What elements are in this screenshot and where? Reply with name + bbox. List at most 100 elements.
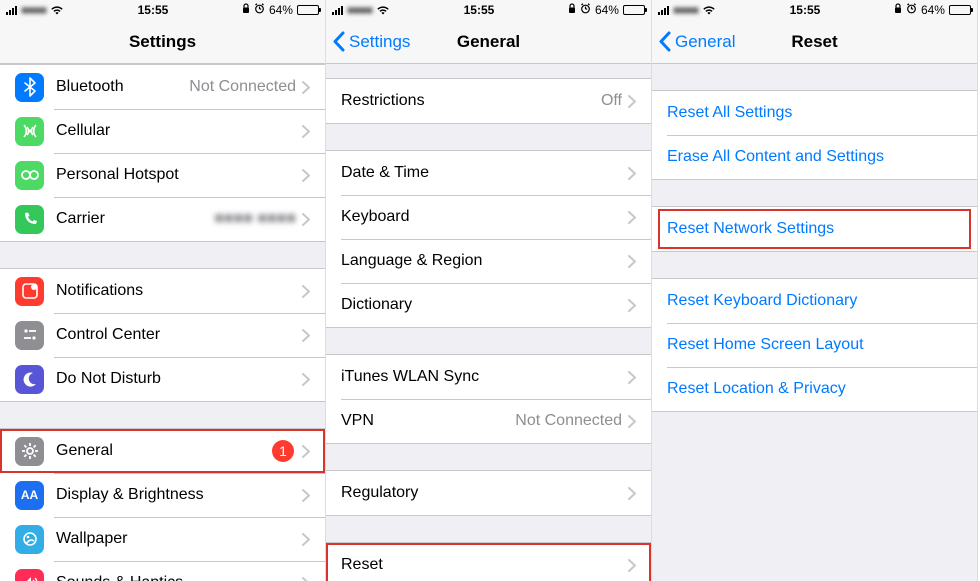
row-label: Reset Home Screen Layout [667, 336, 962, 354]
chevron-right-icon [302, 125, 310, 138]
battery-pct: 64% [595, 3, 619, 17]
row-itunes-wlan[interactable]: iTunes WLAN Sync [326, 355, 651, 399]
reset-list[interactable]: Reset All Settings Erase All Content and… [652, 64, 977, 581]
chevron-right-icon [302, 285, 310, 298]
wifi-icon [376, 3, 390, 18]
row-display[interactable]: AA Display & Brightness [0, 473, 325, 517]
row-restrictions[interactable]: Restrictions Off [326, 79, 651, 123]
lock-icon [242, 3, 250, 17]
back-button[interactable]: Settings [332, 31, 410, 52]
row-vpn[interactable]: VPN Not Connected [326, 399, 651, 443]
row-label: General [56, 442, 272, 460]
row-label: Reset [341, 556, 628, 574]
alarm-icon [906, 3, 917, 17]
row-label: iTunes WLAN Sync [341, 368, 628, 386]
bluetooth-icon [15, 73, 44, 102]
general-list[interactable]: Restrictions Off Date & Time Keyboard La… [326, 64, 651, 581]
badge: 1 [272, 440, 294, 462]
row-label: Notifications [56, 282, 302, 300]
row-reset-home[interactable]: Reset Home Screen Layout [652, 323, 977, 367]
row-label: Personal Hotspot [56, 166, 302, 184]
settings-list[interactable]: Bluetooth Not Connected Cellular Persona… [0, 64, 325, 581]
wifi-icon [702, 3, 716, 18]
control-center-icon [15, 321, 44, 350]
row-value: Not Connected [189, 78, 296, 96]
battery-icon [949, 5, 971, 15]
row-hotspot[interactable]: Personal Hotspot [0, 153, 325, 197]
row-value: ■■■■ ■■■■ [214, 210, 296, 228]
row-label: Wallpaper [56, 530, 302, 548]
row-carrier[interactable]: Carrier ■■■■ ■■■■ [0, 197, 325, 241]
row-label: Restrictions [341, 92, 601, 110]
status-bar: ■■■■ 15:55 64% [0, 0, 325, 20]
row-control-center[interactable]: Control Center [0, 313, 325, 357]
row-cellular[interactable]: Cellular [0, 109, 325, 153]
chevron-right-icon [628, 487, 636, 500]
notifications-icon [15, 277, 44, 306]
row-reset-all[interactable]: Reset All Settings [652, 91, 977, 135]
phone-icon [15, 205, 44, 234]
page-title: Settings [129, 32, 196, 52]
row-label: Reset Network Settings [667, 220, 962, 238]
battery-icon [297, 5, 319, 15]
chevron-right-icon [628, 95, 636, 108]
row-sounds[interactable]: Sounds & Haptics [0, 561, 325, 581]
screen-general: ■■■■ 15:55 64% Settings General Restrict… [326, 0, 652, 581]
row-label: Date & Time [341, 164, 628, 182]
row-erase-all[interactable]: Erase All Content and Settings [652, 135, 977, 179]
hotspot-icon [15, 161, 44, 190]
row-reset-keyboard[interactable]: Reset Keyboard Dictionary [652, 279, 977, 323]
row-label: Control Center [56, 326, 302, 344]
status-time: 15:55 [138, 3, 169, 17]
chevron-right-icon [302, 81, 310, 94]
battery-pct: 64% [921, 3, 945, 17]
carrier-name: ■■■■ [673, 3, 698, 17]
row-dictionary[interactable]: Dictionary [326, 283, 651, 327]
row-label: Erase All Content and Settings [667, 148, 962, 166]
row-label: Do Not Disturb [56, 370, 302, 388]
gear-icon [15, 437, 44, 466]
row-label: Cellular [56, 122, 302, 140]
battery-icon [623, 5, 645, 15]
nav-bar: Settings General [326, 20, 651, 64]
row-label: Reset Keyboard Dictionary [667, 292, 962, 310]
row-wallpaper[interactable]: Wallpaper [0, 517, 325, 561]
row-label: Bluetooth [56, 78, 189, 96]
back-button[interactable]: General [658, 31, 735, 52]
status-time: 15:55 [464, 3, 495, 17]
page-title: Reset [791, 32, 837, 52]
row-reset-location[interactable]: Reset Location & Privacy [652, 367, 977, 411]
wifi-icon [50, 3, 64, 18]
back-label: Settings [349, 32, 410, 52]
row-label: VPN [341, 412, 515, 430]
chevron-right-icon [628, 371, 636, 384]
chevron-right-icon [302, 213, 310, 226]
row-notifications[interactable]: Notifications [0, 269, 325, 313]
signal-icon [658, 5, 669, 15]
row-reset-network[interactable]: Reset Network Settings [652, 207, 977, 251]
chevron-right-icon [302, 489, 310, 502]
row-date-time[interactable]: Date & Time [326, 151, 651, 195]
signal-icon [332, 5, 343, 15]
row-label: Keyboard [341, 208, 628, 226]
nav-bar: General Reset [652, 20, 977, 64]
moon-icon [15, 365, 44, 394]
row-dnd[interactable]: Do Not Disturb [0, 357, 325, 401]
nav-bar: Settings [0, 20, 325, 64]
row-general[interactable]: General 1 [0, 429, 325, 473]
row-label: Sounds & Haptics [56, 574, 302, 581]
row-keyboard[interactable]: Keyboard [326, 195, 651, 239]
row-language[interactable]: Language & Region [326, 239, 651, 283]
row-label: Reset All Settings [667, 104, 962, 122]
chevron-right-icon [628, 255, 636, 268]
chevron-right-icon [302, 373, 310, 386]
row-reset[interactable]: Reset [326, 543, 651, 581]
row-regulatory[interactable]: Regulatory [326, 471, 651, 515]
row-bluetooth[interactable]: Bluetooth Not Connected [0, 65, 325, 109]
row-label: Reset Location & Privacy [667, 380, 962, 398]
row-label: Language & Region [341, 252, 628, 270]
carrier-name: ■■■■ [21, 3, 46, 17]
chevron-right-icon [302, 533, 310, 546]
alarm-icon [580, 3, 591, 17]
battery-pct: 64% [269, 3, 293, 17]
